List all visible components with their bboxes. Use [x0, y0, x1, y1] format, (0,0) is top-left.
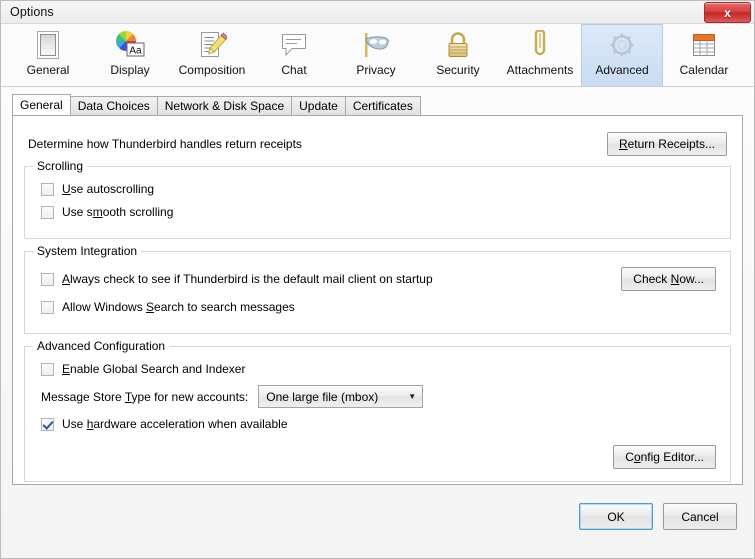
toolbar-item-composition[interactable]: Composition — [171, 24, 253, 86]
tab-update[interactable]: Update — [291, 96, 346, 115]
group-title-advanced-configuration: Advanced Configuration — [33, 339, 170, 353]
close-button[interactable]: x — [704, 2, 751, 23]
row-use-smooth-scrolling: Use smooth scrolling — [41, 205, 720, 219]
category-toolbar: General Aa Display Composition Chat Priv… — [1, 24, 754, 87]
toolbar-label-calendar: Calendar — [679, 63, 729, 77]
tab-general[interactable]: General — [12, 94, 71, 115]
group-advanced-configuration: Advanced Configuration Enable Global Sea… — [24, 339, 731, 482]
tab-data-choices[interactable]: Data Choices — [69, 96, 158, 115]
toolbar-label-privacy: Privacy — [356, 63, 396, 77]
chevron-down-icon: ▼ — [408, 392, 417, 401]
select-message-store-type-value: One large file (mbox) — [266, 389, 379, 404]
composition-pencil-icon — [194, 28, 230, 62]
checkbox-use-autoscrolling[interactable] — [41, 182, 54, 196]
row-message-store-type: Message Store Type for new accounts: One… — [41, 385, 720, 408]
row-config-editor: Config Editor... — [35, 445, 716, 469]
label-default-mail-client: Always check to see if Thunderbird is th… — [62, 272, 433, 286]
label-windows-search: Allow Windows Search to search messages — [62, 300, 295, 314]
security-lock-icon — [440, 28, 476, 62]
label-hardware-acceleration: Use hardware acceleration when available — [62, 417, 288, 431]
group-system-integration: System Integration Always check to see i… — [24, 244, 731, 334]
checkbox-windows-search[interactable] — [41, 300, 54, 314]
label-use-autoscrolling: Use autoscrolling — [62, 182, 155, 196]
return-receipts-button-label: eturn Receipts... — [627, 137, 715, 151]
return-receipts-row: Determine how Thunderbird handles return… — [28, 132, 727, 156]
group-title-scrolling: Scrolling — [33, 159, 88, 173]
title-bar: Options x — [1, 1, 754, 24]
close-icon: x — [724, 5, 731, 20]
return-receipts-description: Determine how Thunderbird handles return… — [28, 137, 302, 151]
select-message-store-type[interactable]: One large file (mbox) ▼ — [258, 385, 424, 408]
toolbar-item-calendar[interactable]: Calendar — [663, 24, 745, 86]
return-receipts-button[interactable]: Return Receipts... — [606, 132, 727, 156]
privacy-mask-icon — [358, 28, 394, 62]
row-hardware-acceleration: Use hardware acceleration when available — [41, 417, 720, 431]
row-default-mail-client: Always check to see if Thunderbird is th… — [41, 267, 716, 291]
svg-text:Aa: Aa — [129, 46, 142, 57]
toolbar-label-chat: Chat — [281, 63, 307, 77]
return-receipts-accesskey: R — [618, 137, 628, 151]
group-scrolling: Scrolling Use autoscrolling Use smooth s… — [24, 159, 731, 239]
tab-certificates[interactable]: Certificates — [344, 96, 421, 115]
toolbar-item-advanced[interactable]: Advanced — [581, 24, 663, 86]
row-windows-search: Allow Windows Search to search messages — [41, 300, 720, 314]
toolbar-label-security: Security — [436, 63, 480, 77]
general-panel-icon — [30, 28, 66, 62]
toolbar-label-general: General — [26, 63, 70, 77]
toolbar-label-display: Display — [110, 63, 150, 77]
advanced-gear-icon — [604, 28, 640, 62]
checkbox-use-smooth-scrolling[interactable] — [41, 205, 54, 219]
config-editor-button[interactable]: Config Editor... — [613, 445, 716, 469]
toolbar-item-chat[interactable]: Chat — [253, 24, 335, 86]
display-colorwheel-icon: Aa — [112, 28, 148, 62]
checkbox-hardware-acceleration[interactable] — [41, 417, 54, 431]
label-message-store-type: Message Store Type for new accounts: — [41, 389, 249, 404]
ok-button[interactable]: OK — [579, 503, 653, 530]
toolbar-label-advanced: Advanced — [595, 63, 649, 77]
cancel-button[interactable]: Cancel — [663, 503, 737, 530]
toolbar-label-composition: Composition — [178, 63, 246, 77]
tab-network-disk-space[interactable]: Network & Disk Space — [156, 96, 293, 115]
dialog-footer: OK Cancel — [1, 485, 754, 558]
toolbar-item-attachments[interactable]: Attachments — [499, 24, 581, 86]
tab-panel-general: Determine how Thunderbird handles return… — [12, 115, 743, 485]
checkbox-default-mail-client[interactable] — [41, 272, 54, 286]
toolbar-item-security[interactable]: Security — [417, 24, 499, 86]
row-use-autoscrolling: Use autoscrolling — [41, 182, 720, 196]
checkbox-global-search[interactable] — [41, 362, 54, 376]
window-title: Options — [10, 5, 54, 19]
attachments-clip-icon — [522, 28, 558, 62]
row-global-search: Enable Global Search and Indexer — [41, 362, 720, 376]
options-dialog: Options x General Aa Display Composition… — [0, 0, 755, 559]
toolbar-item-display[interactable]: Aa Display — [89, 24, 171, 86]
label-use-smooth-scrolling: Use smooth scrolling — [62, 205, 174, 219]
toolbar-label-attachments: Attachments — [506, 63, 574, 77]
check-now-button[interactable]: Check Now... — [621, 267, 716, 291]
toolbar-item-general[interactable]: General — [7, 24, 89, 86]
tab-strip: General Data Choices Network & Disk Spac… — [1, 94, 754, 115]
calendar-icon — [686, 28, 722, 62]
chat-bubble-icon — [276, 28, 312, 62]
label-global-search: Enable Global Search and Indexer — [62, 362, 246, 376]
group-title-system-integration: System Integration — [33, 244, 142, 258]
toolbar-item-privacy[interactable]: Privacy — [335, 24, 417, 86]
